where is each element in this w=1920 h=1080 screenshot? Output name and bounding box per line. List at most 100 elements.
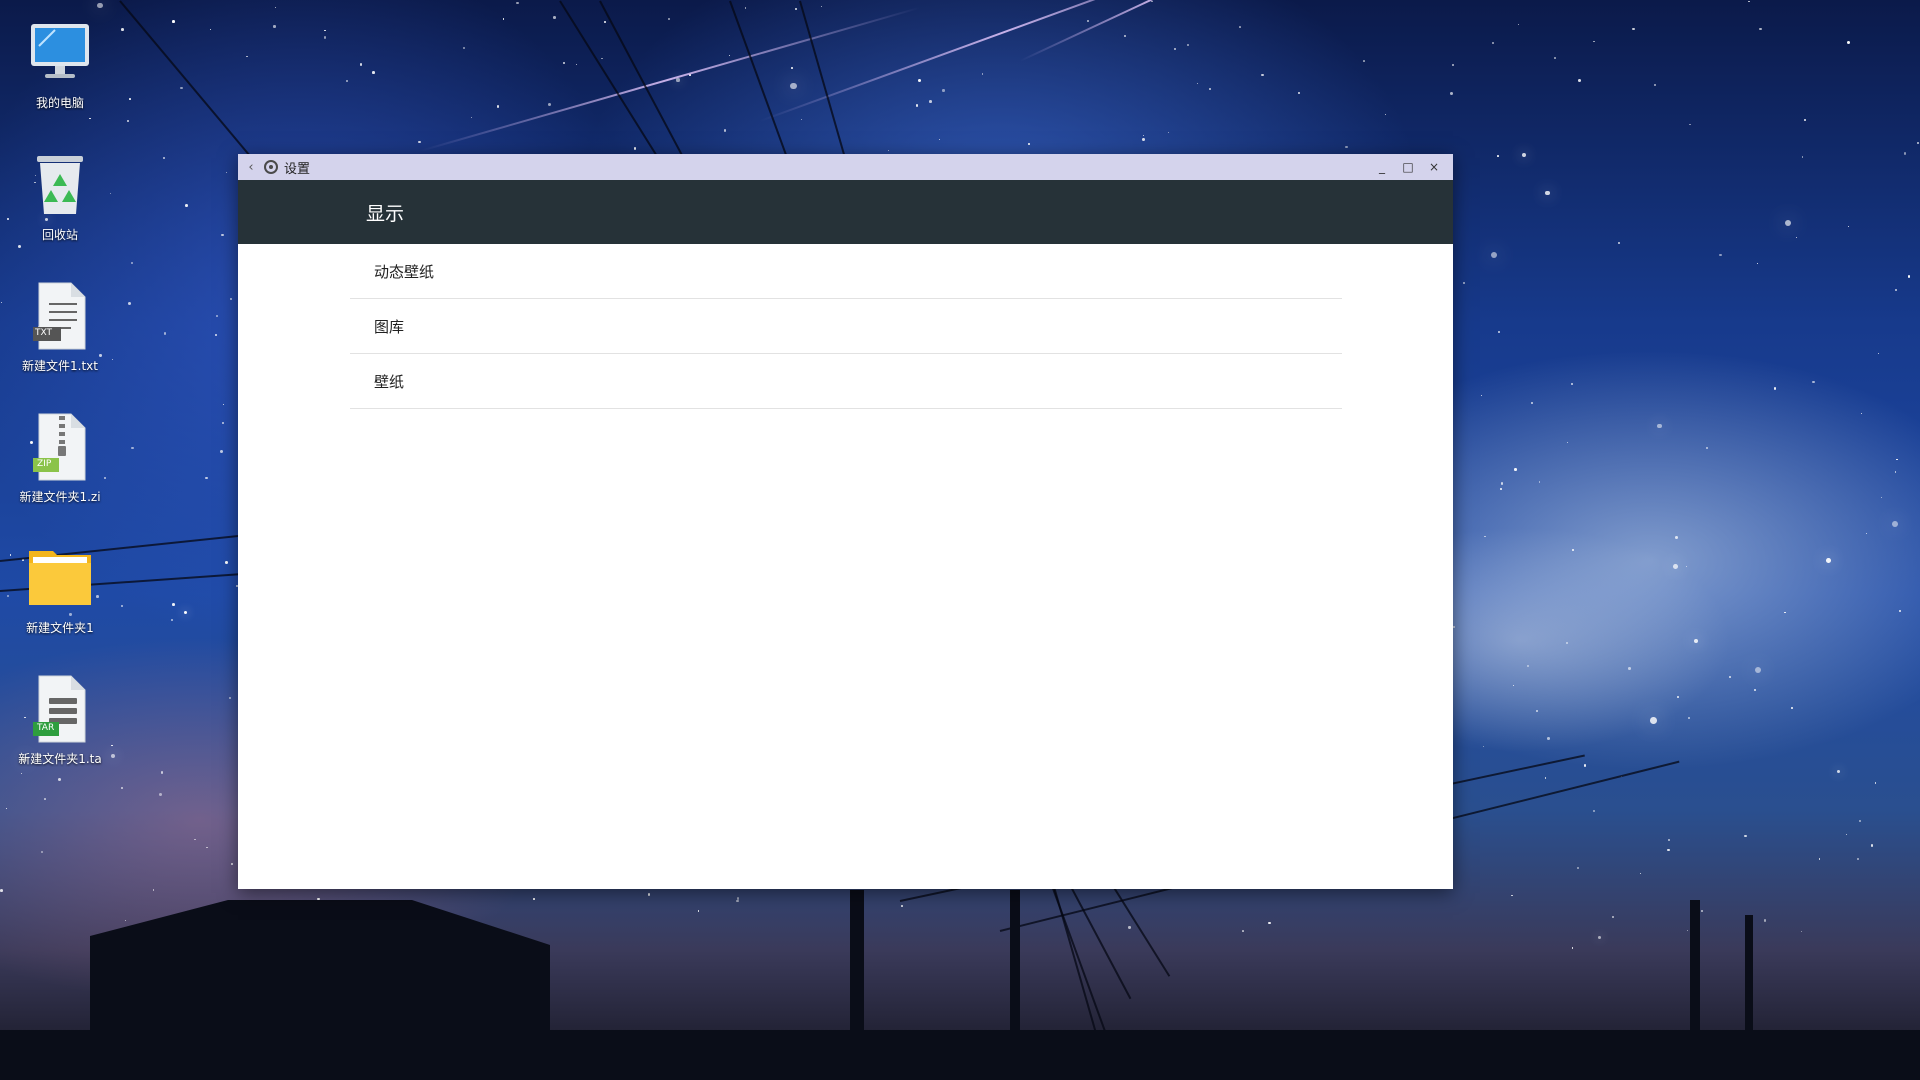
star [1812,380,1815,384]
star [1345,145,1348,149]
star [1363,60,1365,62]
star [222,403,225,406]
star [1536,710,1539,713]
star [667,17,671,21]
star [601,58,603,60]
pole-silhouette [850,890,864,1080]
star [1027,142,1030,145]
star [1086,19,1089,22]
star [1773,387,1777,390]
desktop-icon-my-computer[interactable]: 我的电脑 [12,18,108,111]
star [1611,915,1614,918]
star [744,6,747,9]
star [887,150,889,152]
star [127,119,130,122]
star [221,234,224,237]
desktop-icon-folder[interactable]: 新建文件夹1 [12,543,108,636]
pref-item-gallery[interactable]: 图库 [350,299,1342,354]
minimize-button[interactable]: _ [1369,154,1395,180]
star [229,298,233,301]
star [1597,935,1601,939]
star [1903,152,1907,156]
star [1801,931,1803,933]
star [1753,688,1757,692]
star [44,797,47,800]
star [1628,667,1631,670]
star [942,89,945,92]
file-type-badge: TAR [37,723,55,733]
star [603,20,606,23]
star [1,302,3,304]
pref-item-live-wallpaper[interactable]: 动态壁纸 [350,244,1342,299]
star [1518,23,1520,25]
star [1847,40,1851,44]
star [1481,394,1483,396]
star [1860,412,1862,414]
desktop-icon-zip-file[interactable]: ZIP 新建文件夹1.zi [12,412,108,505]
star [1142,137,1146,141]
pole-silhouette [1745,915,1753,1080]
star [219,450,223,454]
star [928,99,932,103]
star [1859,820,1861,822]
star [1632,27,1635,31]
star [1790,706,1793,709]
star [109,192,112,195]
star [1759,27,1762,30]
star [183,611,187,615]
star [1538,481,1541,483]
star [1666,848,1670,852]
star [1385,113,1387,115]
star [89,117,92,120]
star [1894,289,1897,292]
star [1593,809,1596,812]
star [180,86,183,90]
star [647,893,651,896]
star [1654,84,1656,86]
chevron-left-icon[interactable]: ‹ [240,154,262,180]
star [1496,155,1499,158]
star [1571,947,1574,950]
star [418,140,421,144]
star [1547,736,1551,740]
close-button[interactable]: × [1421,154,1447,180]
star [1268,921,1271,925]
file-type-badge: ZIP [37,459,52,469]
pole-silhouette [1690,900,1700,1080]
pref-item-wallpaper[interactable]: 壁纸 [350,354,1342,409]
star [111,359,113,361]
star [1796,237,1798,239]
star [209,28,212,31]
maximize-button[interactable]: □ [1395,154,1421,180]
window-titlebar[interactable]: ‹ 设置 _ □ × [238,154,1453,180]
desktop-icon-recycle-bin[interactable]: 回收站 [12,150,108,243]
star [20,772,22,774]
star [1686,929,1689,932]
settings-gear-icon [264,160,278,174]
window-title: 设置 [284,161,311,177]
star [1763,919,1767,922]
star [1719,253,1722,257]
star [1908,275,1911,278]
star [1196,82,1198,84]
star [1856,857,1860,861]
star [1209,87,1211,90]
star [795,8,798,11]
star [1128,926,1131,929]
star [516,1,519,4]
star [131,446,134,450]
desktop-icon-txt-file[interactable]: TXT 新建文件1.txt [12,281,108,374]
star [1729,675,1731,678]
star [1554,57,1556,59]
star [121,787,123,789]
star [160,771,164,774]
star [981,73,984,76]
star [1755,667,1762,674]
star [1511,894,1513,897]
desktop-icon-tar-file[interactable]: TAR 新建文件夹1.ta [12,674,108,767]
preference-list: 动态壁纸 图库 壁纸 [238,244,1453,409]
star [917,79,921,83]
star [171,603,175,607]
star [800,118,803,121]
star [130,261,133,264]
